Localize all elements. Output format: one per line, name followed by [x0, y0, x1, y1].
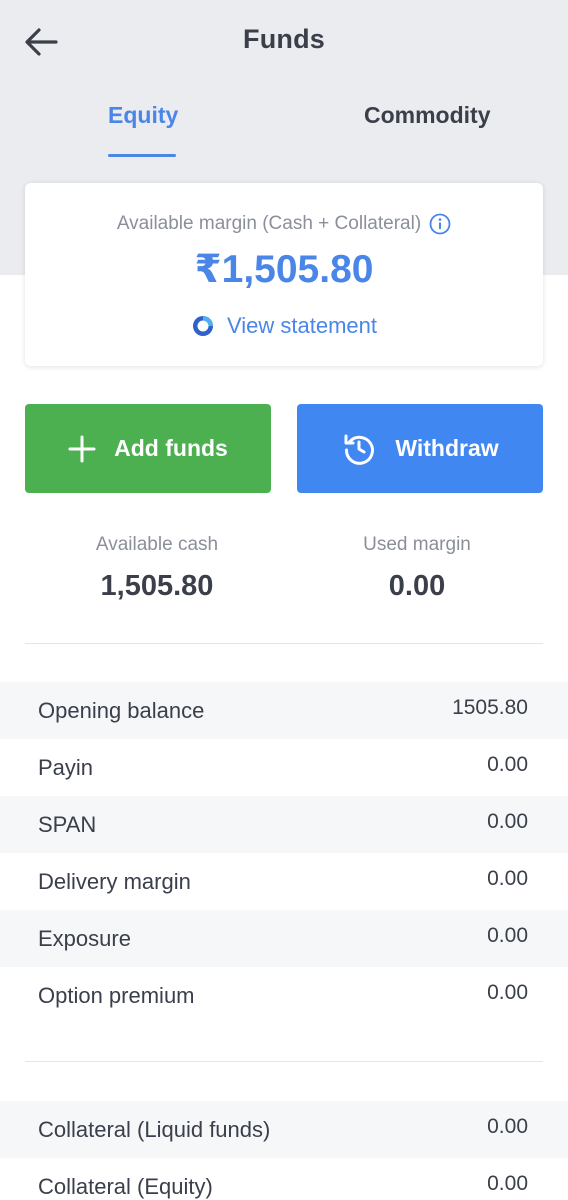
row-label: Opening balance	[38, 697, 205, 723]
available-margin-card: Available margin (Cash + Collateral) ₹1,…	[25, 183, 543, 366]
row-value: 0.00	[487, 1114, 528, 1138]
withdraw-button[interactable]: Withdraw	[297, 404, 543, 493]
table-row: Collateral (Liquid funds) 0.00	[0, 1101, 568, 1158]
row-value: 0.00	[487, 752, 528, 776]
row-value: 0.00	[487, 980, 528, 1004]
active-tab-indicator	[108, 154, 176, 157]
table-row: SPAN 0.00	[0, 796, 568, 853]
add-funds-button[interactable]: Add funds	[25, 404, 271, 493]
available-margin-value: ₹1,505.80	[194, 248, 374, 291]
row-label: Option premium	[38, 982, 195, 1008]
row-label: Payin	[38, 754, 94, 780]
row-value: 0.00	[487, 1171, 528, 1195]
refresh-icon	[344, 434, 375, 465]
plus-icon	[68, 435, 96, 462]
row-label: Delivery margin	[38, 868, 191, 894]
row-label: SPAN	[38, 811, 97, 837]
segment-tabs: Equity Commodity	[0, 92, 568, 160]
available-cash-summary: Available cash 1,505.80	[15, 534, 299, 603]
row-value: 0.00	[487, 923, 528, 947]
available-cash-label: Available cash	[95, 534, 219, 555]
page-title: Funds	[243, 24, 325, 54]
used-margin-label: Used margin	[363, 534, 471, 555]
statement-icon	[192, 316, 213, 336]
table-row: Exposure 0.00	[0, 910, 568, 967]
info-icon[interactable]	[429, 213, 451, 235]
section-divider	[25, 643, 543, 644]
row-label: Collateral (Equity)	[38, 1173, 213, 1199]
table-row: Payin 0.00	[0, 739, 568, 796]
used-margin-value: 0.00	[388, 570, 446, 602]
table-row: Option premium 0.00	[0, 967, 568, 1024]
row-label: Collateral (Liquid funds)	[38, 1116, 271, 1142]
tab-equity[interactable]: Equity	[108, 102, 178, 129]
table-row: Collateral (Equity) 0.00	[0, 1158, 568, 1200]
row-value: 0.00	[487, 809, 528, 833]
table-row: Delivery margin 0.00	[0, 853, 568, 910]
row-value: 1505.80	[452, 695, 528, 719]
app-header: Funds	[0, 0, 568, 82]
tab-commodity[interactable]: Commodity	[364, 102, 491, 129]
available-cash-value: 1,505.80	[100, 570, 214, 602]
section-divider	[25, 1061, 543, 1062]
table-row: Opening balance 1505.80	[0, 682, 568, 739]
view-statement-label: View statement	[226, 313, 377, 338]
view-statement-link[interactable]: View statement	[25, 313, 543, 339]
available-margin-label-wrap: Available margin (Cash + Collateral)	[25, 213, 543, 235]
used-margin-summary: Used margin 0.00	[275, 534, 559, 603]
row-value: 0.00	[487, 866, 528, 890]
withdraw-label: Withdraw	[395, 435, 499, 461]
available-margin-label: Available margin (Cash + Collateral)	[116, 213, 422, 234]
row-label: Exposure	[38, 925, 131, 951]
add-funds-label: Add funds	[114, 435, 228, 461]
